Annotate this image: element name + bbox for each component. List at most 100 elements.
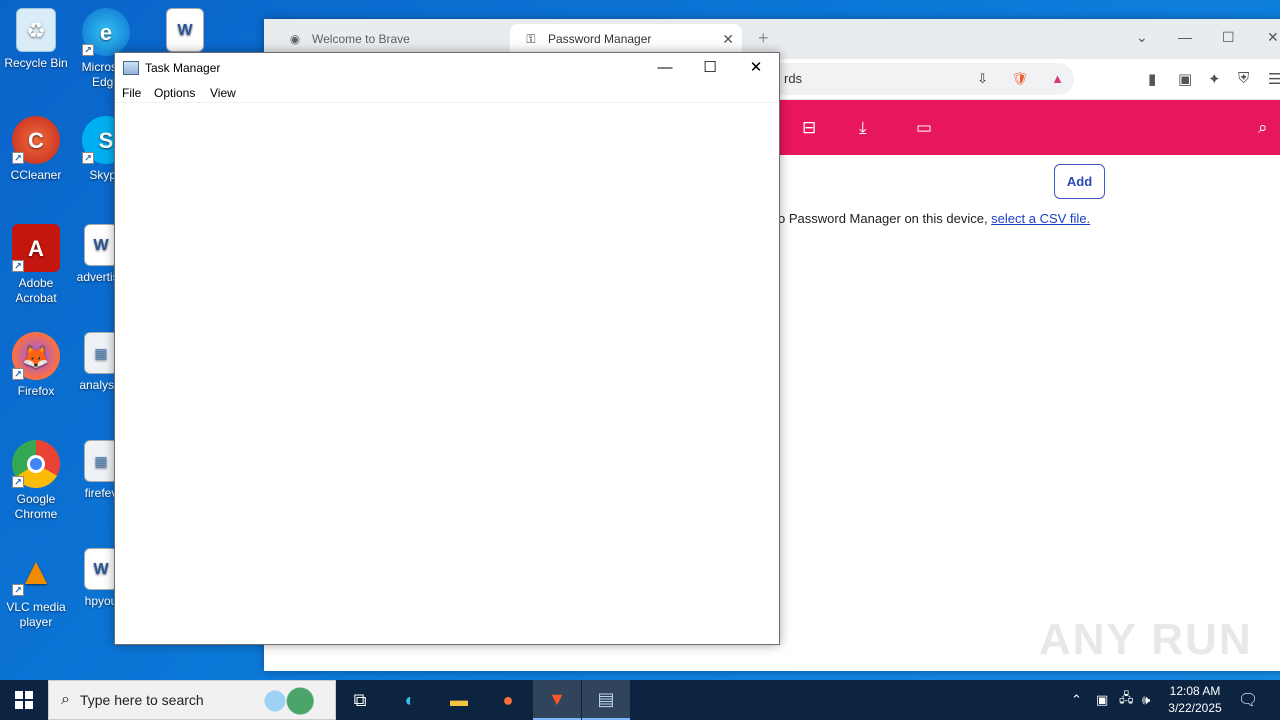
word-doc-icon: W [84,548,118,590]
taskbar-firefox[interactable]: ● [484,680,532,720]
browser-maximize-button[interactable]: ☐ [1222,29,1235,46]
shortcut-arrow-icon: ↗ [82,152,94,164]
menu-view[interactable]: View [210,86,236,100]
start-button[interactable] [0,680,48,720]
edge-icon: ◐ [404,689,416,710]
shortcut-arrow-icon: ↗ [82,44,94,56]
menu-options[interactable]: Options [154,86,195,100]
taskbar-brave[interactable]: ▼ [533,680,581,720]
download-icon[interactable]: ⤓ [859,118,867,138]
search-highlight-icon [257,686,317,716]
add-button-label: Add [1066,174,1093,189]
brave-icon: ▼ [548,688,566,709]
desktop-icon-firefox[interactable]: 🦊 ↗ Firefox [0,332,72,399]
task-manager-menubar: File Options View [115,83,779,103]
task-manager-icon [123,61,139,75]
ccleaner-icon: C ↗ [12,116,60,164]
windows-logo-icon [15,691,33,709]
browser-close-button[interactable]: ✕ [1267,29,1279,46]
desktop-icon-label: Firefox [17,384,55,398]
new-tab-button[interactable]: + [758,28,769,49]
word-doc-icon: W [84,224,118,266]
brave-rewards-icon[interactable]: ▲ [1051,63,1064,95]
search-icon[interactable]: ⌕ [1258,118,1268,138]
meet-now-icon[interactable]: ▣ [1096,680,1108,720]
vlc-icon: ▲ ↗ [12,548,60,596]
desktop-icon-recycle-bin[interactable]: ♻ Recycle Bin [0,8,72,71]
sidebar-icon[interactable]: ▮ [1148,70,1156,88]
firefox-icon: ● [502,689,514,710]
taskbar-task-manager[interactable]: ▤ [582,680,630,720]
leo-ai-icon[interactable]: ✦ [1208,70,1221,88]
show-hidden-icons-chevron-icon[interactable]: ⌃ [1071,680,1082,720]
tab-close-icon[interactable]: ✕ [722,31,734,48]
wallet-icon[interactable]: ▣ [1178,70,1192,88]
recycle-bin-icon: ♻ [16,8,56,52]
tab-password-manager[interactable]: ⚿ Password Manager ✕ [510,24,742,54]
address-text: rds [784,71,803,86]
notification-center-icon[interactable]: 🗨 [1238,680,1258,720]
taskbar-file-explorer[interactable]: ▬ [435,680,483,720]
tab-welcome-to-brave[interactable]: ◉ Welcome to Brave [274,24,504,54]
desktop-icon-label: VLC media player [6,600,66,629]
desktop-icon-ccleaner[interactable]: C ↗ CCleaner [0,116,72,183]
network-icon[interactable]: 🖧 [1119,680,1134,720]
select-csv-file-link[interactable]: select a CSV file. [991,211,1090,226]
shortcut-arrow-icon: ↗ [12,368,24,380]
desktop-icon-acrobat[interactable]: A ↗ Adobe Acrobat [0,224,72,306]
wallet-icon[interactable]: ▭ [916,118,932,138]
tab-label: Welcome to Brave [312,32,410,46]
taskbar: ⌕ Type here to search ⧉ ◐ ▬ ● ▼ ▤ ⌃ ▣ 🖧 … [0,680,1280,720]
anyrun-watermark: ANY RUN [1039,615,1253,664]
desktop-icon-label: Recycle Bin [4,56,68,70]
search-placeholder: Type here to search [79,692,204,708]
tab-search-chevron-icon[interactable]: ⌄ [1136,29,1148,46]
image-file-icon: ▦ [84,440,118,482]
minimize-button[interactable]: — [650,58,680,78]
firefox-icon: 🦊 ↗ [12,332,60,380]
desktop-icon-chrome[interactable]: ↗ Google Chrome [0,440,72,522]
maximize-button[interactable]: ☐ [695,58,725,78]
shortcut-arrow-icon: ↗ [12,476,24,488]
key-icon: ⚿ [526,31,536,46]
menu-icon[interactable]: ☰ [1268,70,1280,88]
taskbar-search-box[interactable]: ⌕ Type here to search [48,680,336,720]
import-passwords-text: o Password Manager on this device, selec… [778,211,1090,226]
desktop-icon-label: firefev [84,486,118,500]
image-file-icon: ▦ [84,332,118,374]
search-icon: ⌕ [61,691,70,708]
menu-file[interactable]: File [122,86,141,100]
task-manager-window: Task Manager — ☐ ✕ File Options View [114,52,780,645]
vpn-icon[interactable]: ⛨ [1238,70,1249,87]
task-manager-titlebar[interactable]: Task Manager — ☐ ✕ [115,53,779,83]
desktop-icon-word-top[interactable]: W [155,8,215,56]
chrome-icon: ↗ [12,440,60,488]
shortcut-arrow-icon: ↗ [12,584,24,596]
taskbar-edge[interactable]: ◐ [386,680,434,720]
shortcut-arrow-icon: ↗ [12,260,24,272]
window-title: Task Manager [145,61,221,75]
import-text-body: o Password Manager on this device, [778,211,992,226]
install-app-icon[interactable]: ⇩ [977,63,988,95]
edge-icon: e ↗ [82,8,130,56]
folder-icon: ▬ [450,689,468,710]
add-password-button[interactable]: Add [1054,164,1105,199]
volume-icon[interactable]: 🕪 [1142,680,1150,720]
task-view-icon: ⧉ [353,689,367,710]
word-doc-icon: W [166,8,204,52]
desktop-icon-label: CCleaner [10,168,62,182]
shortcut-arrow-icon: ↗ [12,152,24,164]
globe-icon: ◉ [289,32,301,46]
task-view-button[interactable]: ⧉ [336,680,384,720]
save-icon[interactable]: ⊟ [802,118,816,138]
tab-label: Password Manager [548,32,652,46]
close-button[interactable]: ✕ [741,58,771,78]
desktop-icon-vlc[interactable]: ▲ ↗ VLC media player [0,548,72,630]
clock-date: 3/22/2025 [1168,701,1222,715]
task-manager-icon: ▤ [597,688,615,709]
desktop-icon-label: Google Chrome [14,492,58,521]
browser-minimize-button[interactable]: — [1178,29,1192,45]
brave-shields-icon[interactable]: 🛡 [1011,63,1028,95]
taskbar-clock[interactable]: 12:08 AM 3/22/2025 [1160,683,1230,717]
desktop-icon-label: hpyou [84,594,118,608]
